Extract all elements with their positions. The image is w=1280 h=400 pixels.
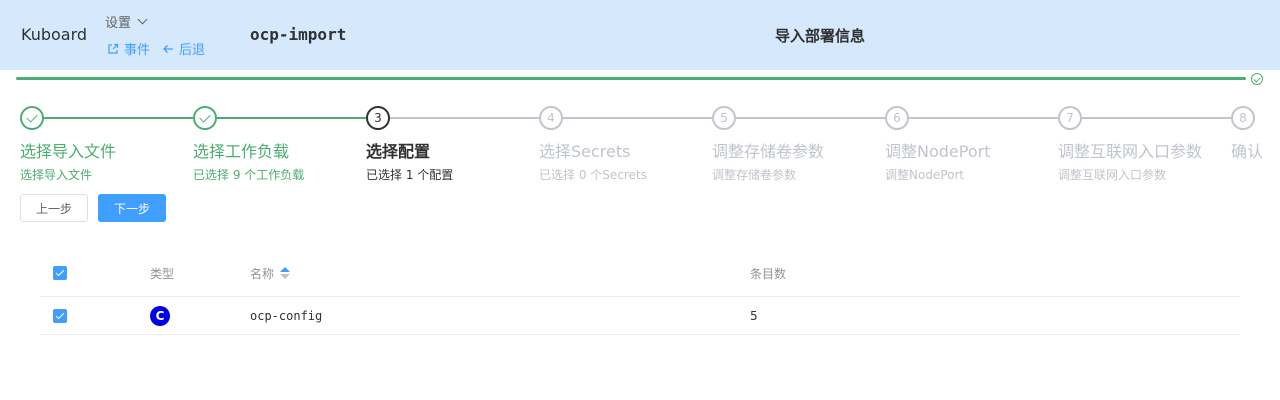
step-description: 调整互联网入口参数 [1058,168,1167,182]
step-check-icon [20,106,44,130]
progress-bar [16,77,1246,80]
step-connector [1082,117,1231,119]
step-connector [217,117,366,119]
step-number: 7 [1058,106,1082,130]
table-header: 类型 名称 条目数 [40,250,1240,297]
page-title: 导入部署信息 [774,27,865,45]
chevron-down-icon [137,14,148,25]
column-header-count: 条目数 [750,266,787,281]
count-cell: 5 [750,308,758,323]
select-all-cell [53,250,67,296]
steps-bar: 选择导入文件 选择导入文件 选择工作负载 已选择 9 个工作负载 3 选择配置 已选择 1 … [20,106,1280,186]
sort-icon[interactable] [280,267,291,279]
step-title: 调整NodePort [885,142,991,161]
step-description: 调整NodePort [885,168,965,182]
top-header: Kuboard 设置 事件 后退 ocp-import 导入部署信息 [0,0,1280,70]
step-title: 确认 [1231,142,1264,161]
step-connector [736,117,885,119]
name-cell: ocp-config [250,308,323,323]
step-title: 选择工作负载 [193,142,290,161]
next-step-button[interactable]: 下一步 [98,194,166,222]
column-header-name-label: 名称 [250,266,275,281]
prev-step-button[interactable]: 上一步 [20,194,88,222]
step-description: 选择导入文件 [20,168,93,182]
column-header-name[interactable]: 名称 [250,250,291,296]
type-cell: C [150,297,170,334]
step-number: 6 [885,106,909,130]
step-number: 4 [539,106,563,130]
column-header-type: 类型 [150,266,175,281]
step-description: 已选择 0 个Secrets [539,168,647,182]
step-title: 调整存储卷参数 [712,142,825,161]
step-title: 选择Secrets [539,142,631,161]
row-checkbox[interactable] [53,308,67,323]
config-table: 类型 名称 条目数 C ocp-config 5 [40,250,1240,335]
step-connector [563,117,712,119]
step-title: 选择导入文件 [20,142,117,161]
row-select-cell [53,297,67,334]
table-row: C ocp-config 5 [40,297,1240,335]
step-number: 5 [712,106,736,130]
step-check-icon [193,106,217,130]
progress-complete-icon [1251,73,1263,85]
step-number: 3 [366,106,390,130]
step-description: 已选择 1 个配置 [366,168,454,182]
step-description: 已选择 9 个工作负载 [193,168,305,182]
step-title: 选择配置 [366,142,431,161]
select-all-checkbox[interactable] [53,266,67,280]
step-connector [390,117,539,119]
step-title: 调整互联网入口参数 [1058,142,1203,161]
step-connector [44,117,193,119]
progress-fill [16,77,1246,80]
configmap-badge-icon: C [150,305,170,326]
step-description: 调整存储卷参数 [712,168,797,182]
step-number: 8 [1231,106,1255,130]
step-connector [909,117,1058,119]
